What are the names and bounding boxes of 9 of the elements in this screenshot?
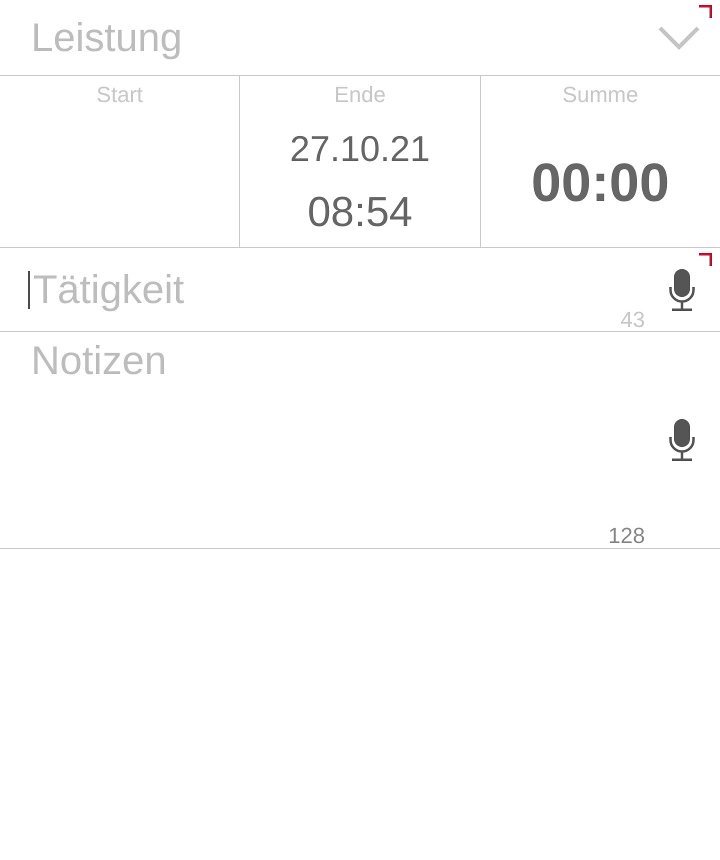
microphone-icon[interactable] xyxy=(668,419,696,461)
end-date: 27.10.21 xyxy=(290,130,430,166)
total-duration: 00:00 xyxy=(531,156,670,210)
end-time: 08:54 xyxy=(307,190,413,232)
chevron-down-icon xyxy=(658,26,700,50)
microphone-icon[interactable] xyxy=(668,268,696,310)
character-counter: 128 xyxy=(608,525,645,547)
notes-field[interactable]: Notizen xyxy=(28,337,586,542)
activity-field[interactable]: Tätigkeit xyxy=(30,266,598,314)
